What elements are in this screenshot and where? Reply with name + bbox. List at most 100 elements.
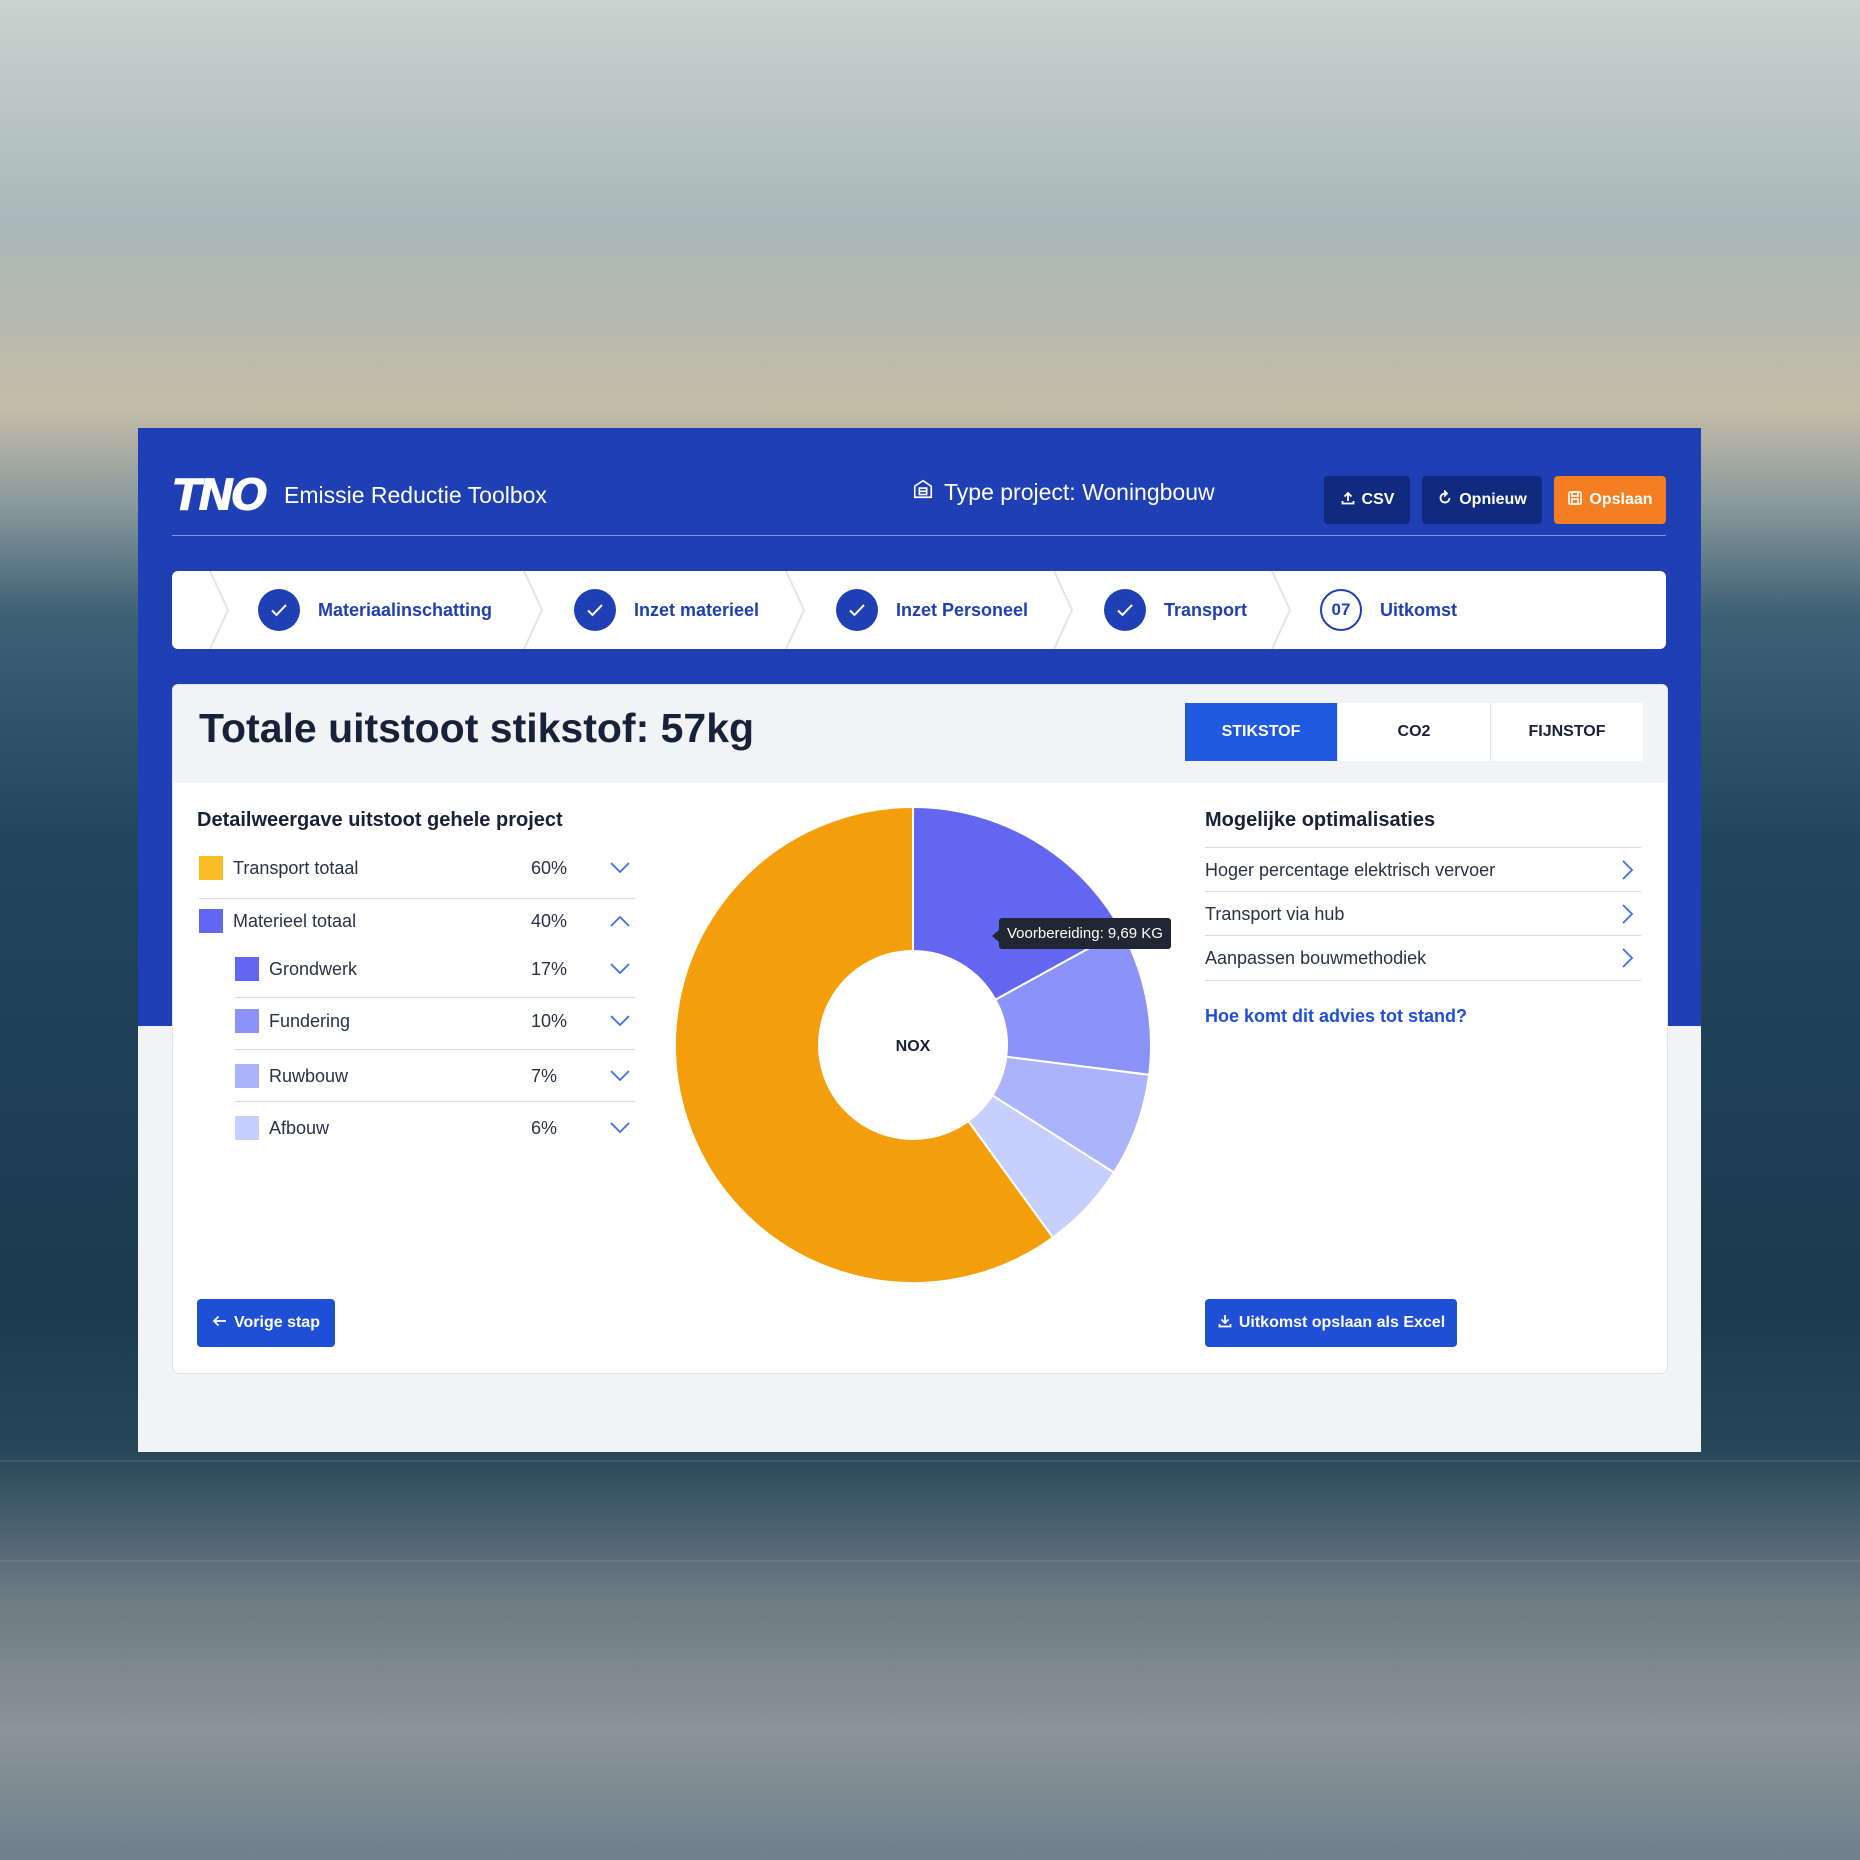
tab-co2[interactable]: CO2 bbox=[1337, 703, 1490, 761]
header-divider bbox=[172, 535, 1666, 536]
project-type: Type project: Woningbouw bbox=[912, 478, 1215, 506]
optimization-item[interactable]: Transport via hub bbox=[1205, 891, 1641, 936]
row-name: Transport totaal bbox=[233, 857, 359, 878]
save-label: Opslaan bbox=[1589, 491, 1653, 508]
result-header: Totale uitstoot stikstof: 57kg STIKSTOF … bbox=[173, 685, 1667, 783]
chevron-down-icon[interactable] bbox=[605, 1006, 635, 1036]
row-percent: 6% bbox=[531, 1117, 558, 1138]
optimization-label: Transport via hub bbox=[1205, 903, 1345, 924]
step-separator bbox=[523, 571, 544, 649]
result-card: Totale uitstoot stikstof: 57kg STIKSTOF … bbox=[172, 684, 1668, 1374]
step-separator bbox=[1271, 571, 1292, 649]
chevron-down-icon[interactable] bbox=[605, 1113, 635, 1143]
app-window: TNO Emissie Reductie Toolbox Type projec… bbox=[138, 428, 1701, 1452]
chevron-up-icon[interactable] bbox=[605, 906, 635, 936]
step-inzet-personeel[interactable]: Inzet Personeel bbox=[836, 571, 1028, 649]
step-label: Transport bbox=[1164, 599, 1248, 620]
chevron-down-icon[interactable] bbox=[605, 853, 635, 883]
tno-logo[interactable]: TNO bbox=[172, 470, 268, 521]
optimizations-title: Mogelijke optimalisaties bbox=[1205, 809, 1436, 831]
restart-button[interactable]: Opnieuw bbox=[1422, 476, 1542, 524]
check-icon bbox=[258, 589, 300, 631]
donut-center-label: NOX bbox=[896, 1038, 931, 1055]
row-percent: 7% bbox=[531, 1065, 558, 1086]
step-uitkomst[interactable]: 07 Uitkomst bbox=[1320, 571, 1457, 649]
project-type-label: Type project: Woningbouw bbox=[944, 478, 1215, 505]
tab-fijnstof[interactable]: FIJNSTOF bbox=[1490, 703, 1643, 761]
step-label: Inzet materieel bbox=[634, 599, 760, 620]
step-separator bbox=[209, 571, 230, 649]
arrow-left-icon bbox=[212, 1313, 228, 1334]
row-name: Grondwerk bbox=[269, 958, 358, 979]
save-excel-button[interactable]: Uitkomst opslaan als Excel bbox=[1205, 1299, 1457, 1347]
chevron-down-icon[interactable] bbox=[605, 1061, 635, 1091]
row-percent: 40% bbox=[531, 910, 568, 931]
row-name: Fundering bbox=[269, 1010, 351, 1031]
app-title: Emissie Reductie Toolbox bbox=[284, 482, 547, 508]
step-separator bbox=[785, 571, 806, 649]
previous-step-label: Vorige stap bbox=[234, 1314, 320, 1331]
legend-swatch bbox=[235, 957, 259, 981]
detail-title: Detailweergave uitstoot gehele project bbox=[197, 809, 563, 831]
save-button[interactable]: Opslaan bbox=[1554, 476, 1666, 524]
step-label: Uitkomst bbox=[1380, 599, 1458, 620]
nox-donut-chart: NOX Voorbereiding: 9,69 KG bbox=[673, 805, 1171, 1285]
optimization-label: Hoger percentage elektrisch vervoer bbox=[1205, 859, 1496, 880]
legend-swatch bbox=[199, 856, 223, 880]
legend-swatch bbox=[235, 1116, 259, 1140]
row-percent: 10% bbox=[531, 1010, 568, 1031]
restart-label: Opnieuw bbox=[1459, 491, 1527, 508]
download-icon bbox=[1217, 1313, 1233, 1334]
save-icon bbox=[1567, 490, 1583, 511]
refresh-icon bbox=[1437, 488, 1453, 511]
advice-explanation-link[interactable]: Hoe komt dit advies tot stand? bbox=[1205, 1006, 1467, 1027]
background-stripe bbox=[0, 1460, 1860, 1462]
step-transport[interactable]: Transport bbox=[1104, 571, 1247, 649]
previous-step-button[interactable]: Vorige stap bbox=[197, 1299, 335, 1347]
step-separator bbox=[1053, 571, 1074, 649]
check-icon bbox=[836, 589, 878, 631]
optimization-item[interactable]: Hoger percentage elektrisch vervoer bbox=[1205, 847, 1641, 892]
row-divider bbox=[235, 997, 635, 998]
upload-icon bbox=[1340, 490, 1356, 511]
chevron-right-icon bbox=[1622, 948, 1634, 968]
row-percent: 60% bbox=[531, 857, 568, 878]
legend-swatch bbox=[199, 909, 223, 933]
emission-tabs: STIKSTOF CO2 FIJNSTOF bbox=[1185, 703, 1643, 761]
legend-swatch bbox=[235, 1064, 259, 1088]
breakdown-subrow: Grondwerk 17% bbox=[235, 947, 635, 991]
step-materiaalinschatting[interactable]: Materiaalinschatting bbox=[258, 571, 492, 649]
step-inzet-materieel[interactable]: Inzet materieel bbox=[574, 571, 759, 649]
breakdown-row: Materieel totaal 40% bbox=[199, 899, 635, 943]
breakdown-subrow: Ruwbouw 7% bbox=[235, 1054, 635, 1098]
row-divider bbox=[235, 1049, 635, 1050]
row-name: Afbouw bbox=[269, 1117, 330, 1138]
row-name: Materieel totaal bbox=[233, 910, 357, 931]
legend-swatch bbox=[235, 1009, 259, 1033]
save-excel-label: Uitkomst opslaan als Excel bbox=[1238, 1314, 1446, 1331]
chevron-right-icon bbox=[1622, 860, 1634, 880]
step-number: 07 bbox=[1320, 589, 1362, 631]
app-header: TNO Emissie Reductie Toolbox Type projec… bbox=[172, 460, 1666, 532]
tab-stikstof[interactable]: STIKSTOF bbox=[1185, 703, 1337, 761]
check-icon bbox=[574, 589, 616, 631]
step-indicator: Materiaalinschatting Inzet materieel Inz… bbox=[172, 571, 1666, 649]
chevron-down-icon[interactable] bbox=[605, 954, 635, 984]
export-csv-label: CSV bbox=[1361, 491, 1395, 508]
optimization-item[interactable]: Aanpassen bouwmethodiek bbox=[1205, 935, 1641, 981]
check-icon bbox=[1104, 589, 1146, 631]
total-emission-title: Totale uitstoot stikstof: 57kg bbox=[199, 705, 755, 751]
breakdown-row: Transport totaal 60% bbox=[199, 846, 635, 890]
step-label: Inzet Personeel bbox=[896, 599, 1029, 620]
breakdown-subrow: Fundering 10% bbox=[235, 999, 635, 1043]
chart-tooltip: Voorbereiding: 9,69 KG bbox=[992, 918, 1171, 949]
optimization-label: Aanpassen bouwmethodiek bbox=[1205, 947, 1427, 968]
row-divider bbox=[235, 1101, 635, 1102]
step-label: Materiaalinschatting bbox=[318, 599, 493, 620]
row-percent: 17% bbox=[531, 958, 568, 979]
donut-svg: NOX bbox=[674, 805, 1152, 1284]
chevron-right-icon bbox=[1622, 904, 1634, 924]
row-name: Ruwbouw bbox=[269, 1065, 349, 1086]
building-icon bbox=[912, 478, 934, 506]
export-csv-button[interactable]: CSV bbox=[1324, 476, 1410, 524]
